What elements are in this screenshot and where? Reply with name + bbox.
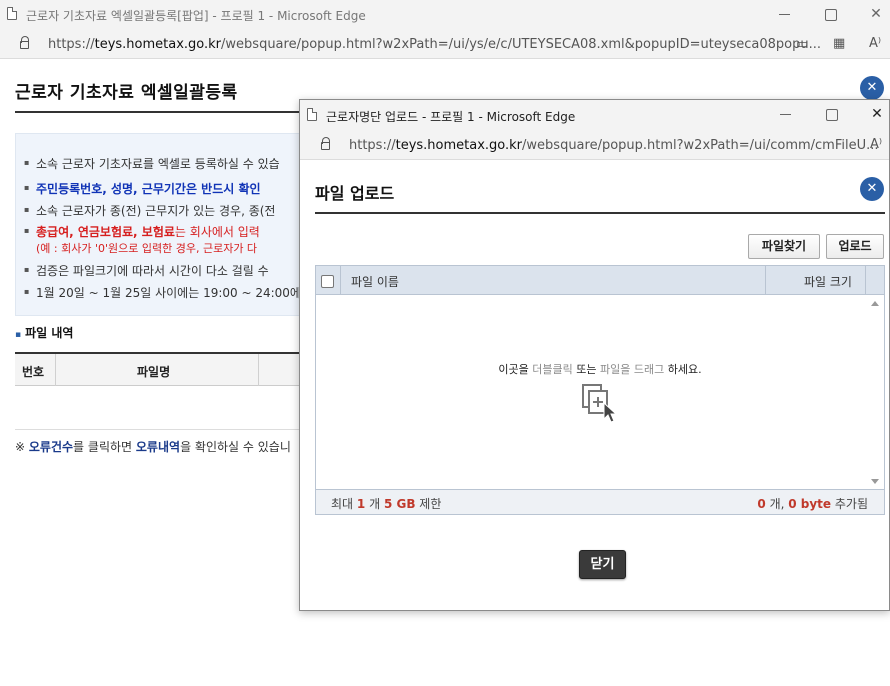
popup-window-title: 근로자명단 업로드 - 프로필 1 - Microsoft Edge bbox=[326, 110, 576, 124]
close-icon[interactable]: ✕ bbox=[865, 4, 887, 24]
notice-line: 주민등록번호, 성명, 근무기간은 반드시 확인 bbox=[24, 180, 261, 197]
popup-titlebar: 근로자명단 업로드 - 프로필 1 - Microsoft Edge ✕ bbox=[300, 100, 889, 130]
upload-list-header: 파일 이름 파일 크기 bbox=[316, 266, 884, 295]
close-button[interactable]: 닫기 bbox=[579, 550, 626, 579]
qr-code-icon[interactable]: ▦ bbox=[833, 36, 845, 51]
upload-list-body[interactable]: 이곳을 더블클릭 또는 파일을 드래그 하세요. bbox=[316, 296, 884, 489]
notice-line: 1월 20일 ~ 1월 25일 사이에는 19:00 ~ 24:00에만 bbox=[24, 284, 312, 301]
notice-line: 소속 근로자 기초자료를 엑셀로 등록하실 수 있습 bbox=[24, 155, 280, 172]
upload-list-scrollbar[interactable] bbox=[867, 296, 884, 489]
page-icon bbox=[7, 7, 17, 20]
lock-icon bbox=[20, 36, 29, 49]
popup-heading: 파일 업로드 bbox=[315, 184, 395, 203]
popup-addressbar[interactable]: https://teys.hometax.go.kr/websquare/pop… bbox=[300, 130, 889, 160]
back-window-addressbar[interactable]: https://teys.hometax.go.kr/websquare/pop… bbox=[0, 29, 890, 59]
drop-hint: 이곳을 더블클릭 또는 파일을 드래그 하세요. bbox=[498, 363, 702, 376]
maximize-icon[interactable] bbox=[819, 4, 841, 24]
upload-status-bar: 최대 1 개 5 GB 제한 0 개, 0 byte 추가됨 bbox=[316, 489, 884, 514]
notice-line: 총급여, 연금보험료, 보험료는 회사에서 입력 bbox=[24, 223, 260, 240]
select-all-checkbox[interactable] bbox=[321, 275, 334, 288]
upload-popup-window: 근로자명단 업로드 - 프로필 1 - Microsoft Edge ✕ htt… bbox=[299, 99, 890, 611]
upload-dropzone[interactable]: 파일 이름 파일 크기 이곳을 더블클릭 또는 파일을 드래그 하세요. 최대 … bbox=[315, 265, 885, 515]
popup-title-divider bbox=[315, 212, 885, 214]
scroll-up-icon[interactable] bbox=[871, 301, 879, 306]
minimize-icon[interactable] bbox=[774, 4, 796, 24]
column-divider bbox=[55, 354, 56, 386]
read-aloud-icon[interactable]: A⁾ bbox=[870, 137, 882, 152]
error-detail-link[interactable]: 오류내역 bbox=[136, 440, 180, 454]
back-window-title: 근로자 기초자료 엑셀일괄등록[팝업] - 프로필 1 - Microsoft … bbox=[26, 9, 366, 23]
column-divider bbox=[865, 266, 866, 295]
footnote: ※ 오류건수를 클릭하면 오류내역을 확인하실 수 있습니 bbox=[15, 440, 291, 454]
column-divider bbox=[258, 354, 259, 386]
add-file-icon bbox=[582, 384, 618, 423]
column-file-name: 파일 이름 bbox=[351, 275, 399, 289]
column-divider bbox=[765, 266, 766, 295]
find-file-button[interactable]: 파일찾기 bbox=[748, 234, 820, 259]
back-window-titlebar: 근로자 기초자료 엑셀일괄등록[팝업] - 프로필 1 - Microsoft … bbox=[0, 0, 890, 29]
back-close-button[interactable]: ✕ bbox=[860, 76, 884, 100]
page-icon bbox=[307, 108, 317, 121]
read-aloud-icon[interactable]: A⁾ bbox=[869, 36, 881, 51]
maximize-icon[interactable] bbox=[820, 104, 842, 124]
close-icon[interactable]: ✕ bbox=[866, 104, 888, 124]
back-window-url[interactable]: https://teys.hometax.go.kr/websquare/pop… bbox=[48, 37, 821, 52]
error-count-link[interactable]: 오류건수 bbox=[29, 440, 73, 454]
notice-line: (예 : 회사가 '0'원으로 입력한 경우, 근로자가 다 bbox=[36, 242, 258, 255]
minimize-icon[interactable] bbox=[775, 104, 797, 124]
popup-close-button[interactable]: ✕ bbox=[860, 177, 884, 201]
page-title: 근로자 기초자료 엑셀일괄등록 bbox=[15, 83, 238, 103]
column-number: 번호 bbox=[22, 365, 45, 379]
notice-line: 검증은 파일크기에 따라서 시간이 다소 걸릴 수 bbox=[24, 262, 269, 279]
file-section-title: 파일 내역 bbox=[15, 324, 73, 341]
notice-line: 소속 근로자가 종(전) 근무지가 있는 경우, 종(전 bbox=[24, 202, 275, 219]
upload-button[interactable]: 업로드 bbox=[826, 234, 884, 259]
app-available-icon[interactable]: ▭ bbox=[796, 37, 808, 52]
upload-limit-text: 최대 1 개 5 GB 제한 bbox=[331, 497, 442, 511]
lock-icon bbox=[321, 137, 330, 150]
column-divider bbox=[340, 266, 341, 295]
column-file-size: 파일 크기 bbox=[804, 275, 852, 289]
upload-added-text: 0 개, 0 byte 추가됨 bbox=[757, 497, 868, 511]
column-filename: 파일명 bbox=[137, 365, 171, 379]
popup-url[interactable]: https://teys.hometax.go.kr/websquare/pop… bbox=[349, 138, 879, 153]
scroll-down-icon[interactable] bbox=[871, 479, 879, 484]
